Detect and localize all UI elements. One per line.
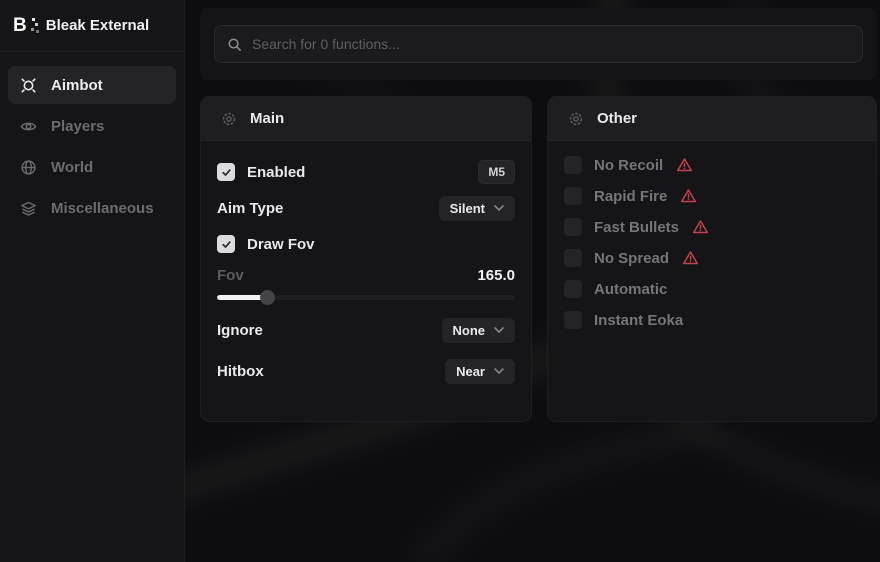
ignore-dropdown[interactable]: None — [442, 318, 516, 343]
gear-icon — [568, 111, 584, 127]
hitbox-value: Near — [456, 364, 485, 379]
item-label: Automatic — [594, 281, 667, 298]
item-label: Instant Eoka — [594, 312, 683, 329]
enabled-checkbox[interactable] — [217, 163, 235, 181]
warning-icon — [676, 157, 693, 173]
search-box[interactable] — [214, 25, 863, 63]
aim-icon — [20, 77, 37, 94]
search-input[interactable] — [252, 36, 850, 52]
sidebar-item-label: Players — [51, 118, 104, 135]
ignore-value: None — [453, 323, 486, 338]
chevron-down-icon — [494, 205, 504, 211]
warning-icon — [682, 250, 699, 266]
fov-row: Fov 165.0 — [217, 265, 515, 285]
other-item-rapid-fire: Rapid Fire — [564, 184, 860, 208]
other-item-automatic: Automatic — [564, 277, 860, 301]
keybind-button[interactable]: M5 — [478, 160, 515, 184]
draw-fov-row: Draw Fov — [217, 231, 515, 257]
draw-fov-checkbox[interactable] — [217, 235, 235, 253]
item-label: Fast Bullets — [594, 219, 679, 236]
ignore-label: Ignore — [217, 322, 263, 339]
panels-row: Main Enabled M5 Aim Type — [200, 96, 877, 422]
globe-icon — [20, 159, 37, 176]
warning-icon — [680, 188, 697, 204]
other-panel: Other No Recoil — [547, 96, 877, 422]
other-panel-header: Other — [548, 97, 876, 141]
enabled-label: Enabled — [247, 164, 305, 181]
warning-icon — [692, 219, 709, 235]
draw-fov-label: Draw Fov — [247, 236, 315, 253]
chevron-down-icon — [494, 327, 504, 333]
item-label: No Spread — [594, 250, 669, 267]
sidebar-header: B Bleak External — [0, 0, 184, 52]
hitbox-dropdown[interactable]: Near — [445, 359, 515, 384]
panel-title: Main — [250, 110, 284, 127]
enabled-row: Enabled M5 — [217, 159, 515, 185]
slider-thumb[interactable] — [260, 290, 275, 305]
aim-type-value: Silent — [450, 201, 485, 216]
search-panel — [200, 8, 877, 80]
fov-slider[interactable] — [217, 289, 515, 305]
sidebar-item-label: World — [51, 159, 93, 176]
gear-icon — [221, 111, 237, 127]
aim-type-label: Aim Type — [217, 200, 283, 217]
sidebar-item-miscellaneous[interactable]: Miscellaneous — [8, 189, 176, 227]
aim-type-dropdown[interactable]: Silent — [439, 196, 515, 221]
app-window: B Bleak External Aimbot — [0, 0, 880, 562]
search-icon — [227, 37, 242, 52]
fov-value: 165.0 — [477, 267, 515, 284]
ignore-row: Ignore None — [217, 317, 515, 343]
eye-icon — [20, 118, 37, 135]
item-label: Rapid Fire — [594, 188, 667, 205]
aim-type-row: Aim Type Silent — [217, 195, 515, 221]
other-item-no-recoil: No Recoil — [564, 153, 860, 177]
item-checkbox[interactable] — [564, 187, 582, 205]
content-area: Main Enabled M5 Aim Type — [186, 0, 880, 562]
sidebar-item-label: Miscellaneous — [51, 200, 154, 217]
fov-label: Fov — [217, 267, 244, 284]
other-item-instant-eoka: Instant Eoka — [564, 308, 860, 332]
sidebar: B Bleak External Aimbot — [0, 0, 185, 562]
other-item-no-spread: No Spread — [564, 246, 860, 270]
hitbox-row: Hitbox Near — [217, 358, 515, 384]
item-checkbox[interactable] — [564, 280, 582, 298]
app-logo: B — [13, 16, 33, 35]
item-checkbox[interactable] — [564, 156, 582, 174]
item-checkbox[interactable] — [564, 218, 582, 236]
check-icon — [221, 167, 232, 178]
sidebar-item-players[interactable]: Players — [8, 107, 176, 145]
check-icon — [221, 239, 232, 250]
main-panel: Main Enabled M5 Aim Type — [200, 96, 532, 422]
sidebar-item-aimbot[interactable]: Aimbot — [8, 66, 176, 104]
item-checkbox[interactable] — [564, 249, 582, 267]
other-item-fast-bullets: Fast Bullets — [564, 215, 860, 239]
chevron-down-icon — [494, 368, 504, 374]
main-panel-body: Enabled M5 Aim Type Silent — [201, 141, 531, 400]
item-checkbox[interactable] — [564, 311, 582, 329]
app-title: Bleak External — [46, 17, 149, 34]
sidebar-item-label: Aimbot — [51, 77, 103, 94]
layers-icon — [20, 200, 37, 217]
sidebar-nav: Aimbot Players — [0, 52, 184, 241]
other-panel-body: No Recoil Rapid Fire — [548, 141, 876, 355]
item-label: No Recoil — [594, 157, 663, 174]
hitbox-label: Hitbox — [217, 363, 264, 380]
main-panel-header: Main — [201, 97, 531, 141]
sidebar-item-world[interactable]: World — [8, 148, 176, 186]
panel-title: Other — [597, 110, 637, 127]
